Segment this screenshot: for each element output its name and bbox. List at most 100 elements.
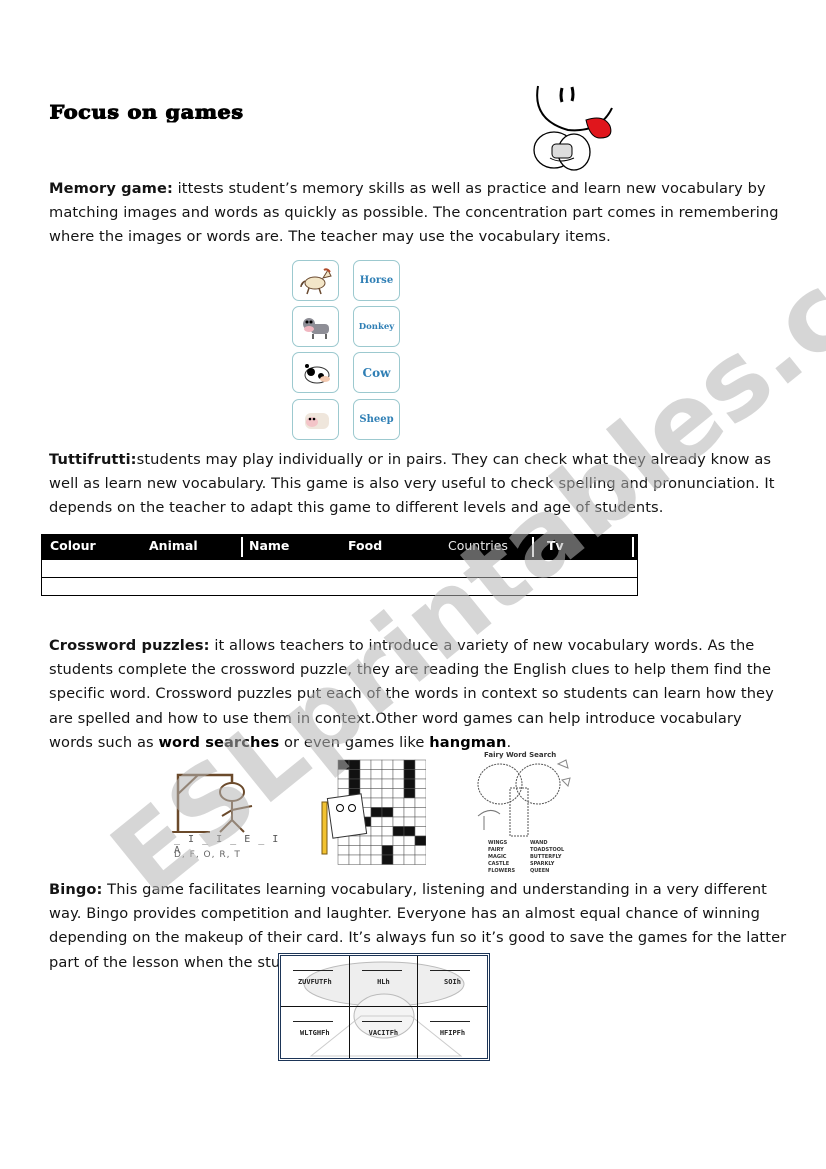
- word-item: MAGIC: [488, 854, 507, 860]
- crossword-cell: [337, 769, 350, 780]
- crossword-cell: [414, 759, 427, 770]
- tuttifrutti-text: students may play individually or in pai…: [49, 451, 775, 517]
- word-item: BUTTERFLY: [530, 854, 562, 860]
- table-row[interactable]: [42, 559, 637, 577]
- crossword-cell: [381, 769, 394, 780]
- crossword-cell: [359, 778, 372, 789]
- crossword-cell: [337, 759, 350, 770]
- pencil: [321, 801, 328, 855]
- crossword-cell: [392, 788, 405, 799]
- bingo-cell: VACITFh: [350, 1007, 419, 1058]
- word-list-right: WAND TOADSTOOL BUTTERFLY SPARKLY QUEEN: [530, 840, 564, 875]
- horse-icon: [299, 267, 332, 294]
- bingo-card-image: ZUVFUTFh HLh SOIh WLTGHFh VACITFh HFIPFh: [278, 953, 490, 1061]
- crossword-cell: [370, 788, 383, 799]
- crossword-mascot-body: [326, 793, 368, 839]
- column-divider: [241, 537, 243, 557]
- crossword-cell: [381, 788, 394, 799]
- crossword-cell: [392, 816, 405, 827]
- crossword-cell: [381, 759, 394, 770]
- crossword-cell: [381, 797, 394, 808]
- crossword-cell: [348, 835, 361, 846]
- horse-word-card: Horse: [353, 260, 400, 301]
- crossword-cell: [359, 769, 372, 780]
- crossword-cell: [403, 788, 416, 799]
- crossword-cell: [403, 797, 416, 808]
- word-item: FAIRY: [488, 847, 504, 853]
- crossword-cell: [414, 797, 427, 808]
- crossword-cell: [392, 826, 405, 837]
- sheep-word-card: Sheep: [353, 399, 400, 440]
- crossword-cell: [370, 759, 383, 770]
- crossword-cell: [414, 778, 427, 789]
- crossword-cell: [403, 845, 416, 856]
- word-item: SPARKLY: [530, 861, 555, 867]
- crossword-cell: [403, 826, 416, 837]
- crossword-cell: [359, 835, 372, 846]
- column-header-animal: Animal: [149, 538, 198, 553]
- bingo-word: ZUVFUTFh: [297, 978, 332, 986]
- crossword-cell: [381, 835, 394, 846]
- crossword-cell: [359, 759, 372, 770]
- tuttifrutti-table: Colour Animal Name Food Countries Tv: [41, 534, 638, 596]
- crossword-cell: [414, 845, 427, 856]
- memory-game-label: Memory game:: [49, 180, 173, 197]
- column-header-food: Food: [348, 538, 383, 553]
- crossword-cell: [392, 835, 405, 846]
- crossword-cell: [370, 854, 383, 865]
- crossword-cell: [403, 854, 416, 865]
- bingo-cell: HFIPFh: [418, 1007, 487, 1058]
- crossword-cell: [381, 826, 394, 837]
- crossword-cell: [403, 835, 416, 846]
- crossword-cell: [381, 816, 394, 827]
- crossword-cell: [403, 816, 416, 827]
- crossword-cell: [359, 845, 372, 856]
- crossword-cell: [359, 854, 372, 865]
- hangman-letters: D, F, O, R, T: [174, 850, 241, 860]
- word-item: TOADSTOOL: [530, 847, 565, 853]
- page-title: Focus on games: [49, 100, 244, 123]
- crossword-paragraph: Crossword puzzles: it allows teachers to…: [49, 634, 789, 755]
- crossword-cell: [414, 769, 427, 780]
- crossword-cell: [348, 769, 361, 780]
- column-header-name: Name: [249, 538, 290, 553]
- bingo-cell: SOIh: [418, 956, 487, 1007]
- crossword-cell: [370, 845, 383, 856]
- crossword-cell: [348, 845, 361, 856]
- column-header-tv: Tv: [547, 538, 564, 553]
- crossword-cell: [370, 778, 383, 789]
- cow-picture-card: [292, 352, 339, 393]
- donkey-word-card: Donkey: [353, 306, 400, 347]
- word-item: WINGS: [488, 840, 508, 846]
- smiley-mascot-icon: [533, 85, 613, 171]
- word-list-left: WINGS FAIRY MAGIC CASTLE FLOWERS: [488, 840, 515, 875]
- sheep-picture-card: [292, 399, 339, 440]
- column-header-countries: Countries: [448, 538, 508, 553]
- crossword-cell: [403, 778, 416, 789]
- crossword-cell: [414, 807, 427, 818]
- butterfly-word-search-icon: [477, 759, 571, 837]
- table-header-row: Colour Animal Name Food Countries Tv: [42, 535, 637, 559]
- column-divider: [632, 537, 634, 557]
- word-item: FLOWERS: [488, 868, 516, 874]
- crossword-cell: [370, 816, 383, 827]
- crossword-grid-icon: [321, 759, 427, 865]
- word-item: CASTLE: [488, 861, 510, 867]
- crossword-cell: [337, 778, 350, 789]
- crossword-image: [318, 758, 427, 866]
- bingo-word: SOIh: [444, 978, 461, 986]
- crossword-cell: [370, 797, 383, 808]
- crossword-cell: [381, 778, 394, 789]
- crossword-cell: [414, 854, 427, 865]
- table-row[interactable]: [42, 577, 637, 595]
- crossword-cell: [381, 854, 394, 865]
- horse-picture-card: [292, 260, 339, 301]
- donkey-icon: [302, 317, 329, 339]
- crossword-cell: [403, 769, 416, 780]
- hangman-image: _ I _ I _ E _ I A D, F, O, R, T: [170, 770, 280, 865]
- sheep-icon: [304, 412, 329, 429]
- bingo-label: Bingo:: [49, 881, 103, 898]
- bingo-word: VACITFh: [368, 1029, 399, 1037]
- crossword-cell: [348, 778, 361, 789]
- crossword-cell: [337, 854, 350, 865]
